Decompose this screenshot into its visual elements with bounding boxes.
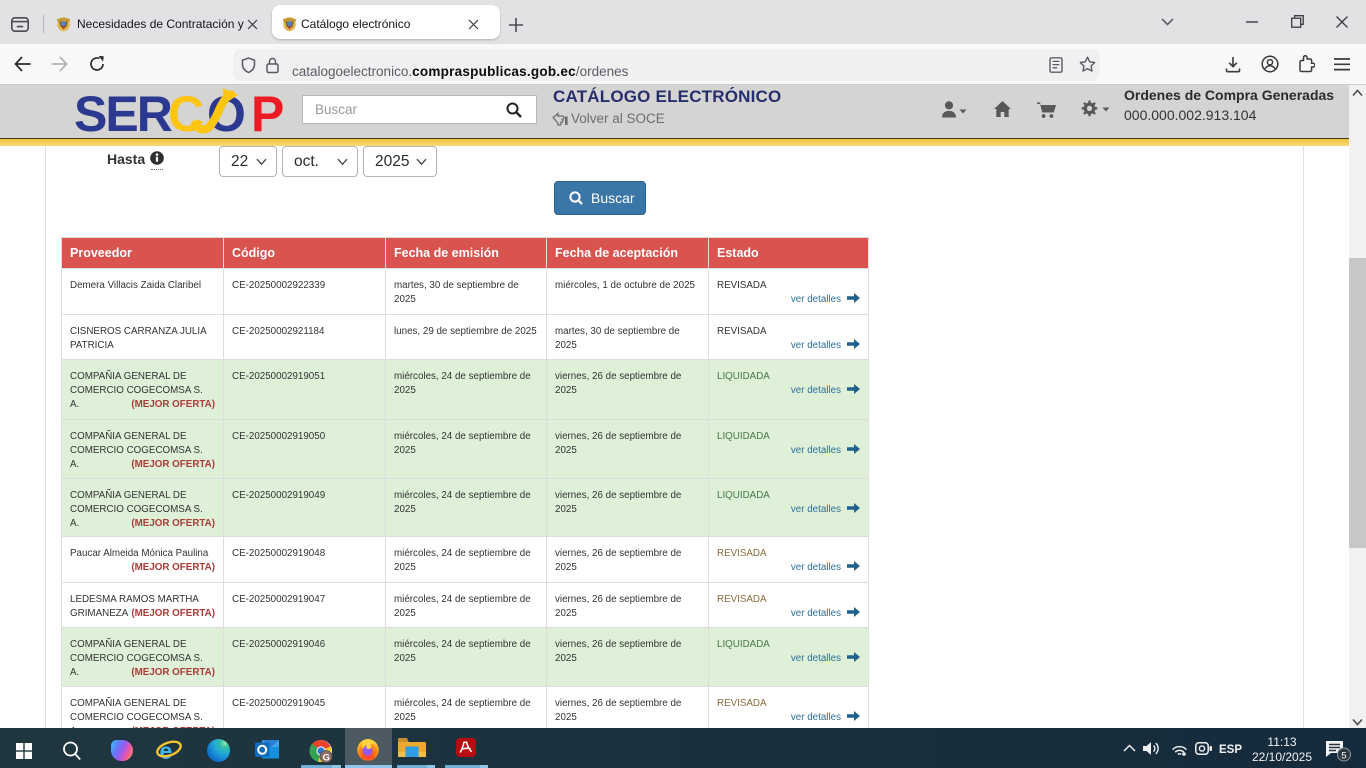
svg-text:P: P [251, 86, 284, 138]
svg-text:G: G [323, 752, 330, 763]
svg-text:SER: SER [74, 86, 173, 138]
svg-text:5: 5 [1341, 751, 1346, 762]
